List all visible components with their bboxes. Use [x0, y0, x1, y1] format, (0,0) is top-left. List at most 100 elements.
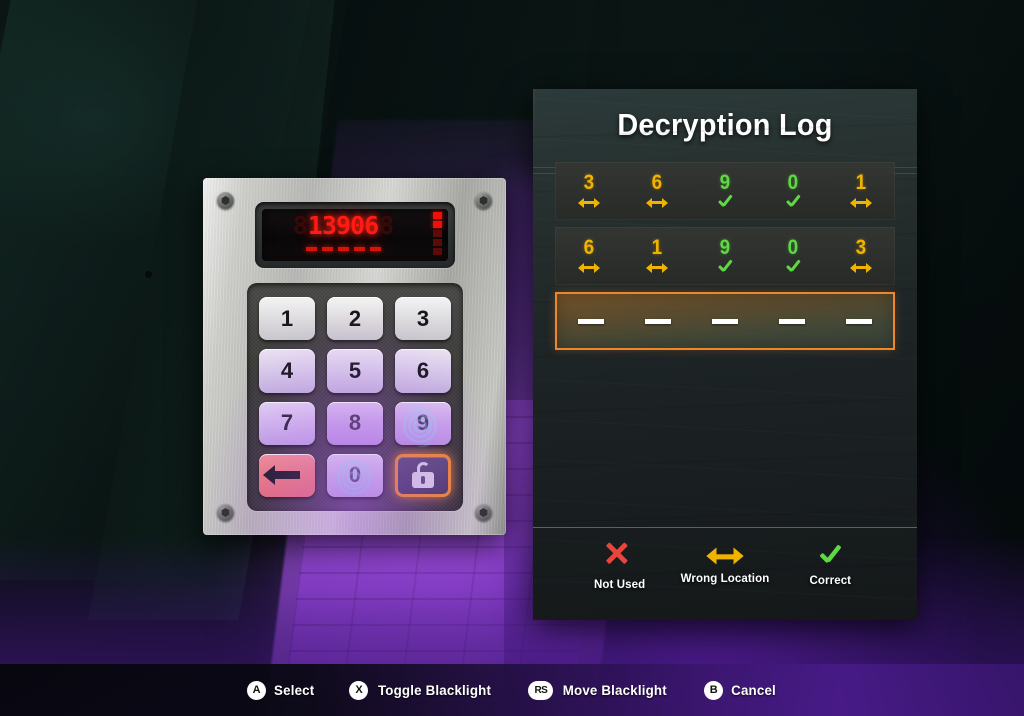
status-mark — [850, 195, 872, 211]
key-2[interactable]: 2 — [327, 297, 383, 341]
status-mark — [578, 260, 600, 276]
led-ghost-left: 8 — [292, 211, 308, 240]
screw-icon — [217, 504, 234, 521]
log-cell: 3 — [827, 237, 895, 276]
status-mark — [717, 195, 733, 211]
log-digit: 0 — [787, 170, 799, 194]
button-badge-b: B — [703, 680, 723, 700]
key-0[interactable]: 0 — [327, 453, 383, 498]
hint-cancel[interactable]: B Cancel — [703, 680, 777, 700]
check-icon — [818, 545, 842, 568]
key-label: 1 — [280, 305, 294, 331]
log-cell: 9 — [691, 172, 759, 211]
key-6[interactable]: 6 — [395, 349, 451, 393]
led-display-glass: 8 13906 8 — [262, 209, 448, 261]
keypad-button-grid: 1 2 3 4 5 6 7 8 9 0 — [247, 283, 463, 511]
log-digit: 6 — [651, 170, 663, 194]
swap-arrows-icon — [578, 262, 600, 273]
key-label: 7 — [280, 410, 294, 436]
log-cell: 9 — [691, 237, 759, 276]
log-digit: 9 — [719, 170, 731, 194]
key-label: 9 — [416, 410, 430, 436]
key-8[interactable]: 8 — [327, 401, 383, 445]
log-cell: 0 — [759, 172, 827, 211]
button-badge-rs: RS — [528, 680, 554, 700]
log-digit: 1 — [855, 170, 867, 194]
key-label: 2 — [348, 305, 362, 331]
key-backspace[interactable] — [259, 453, 315, 497]
key-5[interactable]: 5 — [327, 349, 383, 393]
key-4[interactable]: 4 — [259, 349, 315, 393]
key-unlock[interactable] — [395, 453, 451, 497]
wall-bolt — [145, 271, 152, 278]
legend-item-not-used: Not Used — [567, 545, 672, 591]
swap-arrows-icon — [646, 197, 668, 208]
led-value: 13906 — [307, 211, 379, 240]
led-display: 8 13906 8 — [255, 202, 455, 268]
led-indicator-blocks — [433, 212, 442, 255]
check-icon — [785, 260, 801, 275]
hint-label: Move Blacklight — [563, 682, 668, 698]
log-row: 6 1 9 0 3 — [555, 227, 895, 285]
legend: Not Used Wrong Location Correct — [533, 532, 917, 604]
led-dash-row — [262, 241, 424, 257]
led-indicator — [433, 248, 442, 255]
keypad-device: 8 13906 8 1 2 3 4 5 6 7 8 9 0 — [203, 178, 506, 535]
key-label: 6 — [416, 357, 430, 383]
hint-select[interactable]: A Select — [246, 680, 315, 700]
led-ghost-right: 8 — [379, 211, 394, 240]
control-hint-bar: A Select X Toggle Blacklight RS Move Bla… — [0, 664, 1024, 716]
key-1[interactable]: 1 — [259, 297, 315, 341]
hint-label: Cancel — [731, 682, 776, 698]
log-cell: 1 — [827, 172, 895, 211]
button-badge-a: A — [246, 680, 266, 700]
led-dash — [305, 247, 317, 251]
entry-slot[interactable] — [759, 318, 826, 324]
led-indicator — [433, 221, 442, 228]
legend-label: Not Used — [594, 579, 646, 591]
led-dash — [321, 247, 333, 251]
key-3[interactable]: 3 — [395, 297, 451, 341]
legend-item-correct: Correct — [778, 549, 883, 587]
active-entry-row[interactable] — [555, 292, 895, 350]
log-digit: 1 — [651, 235, 663, 259]
key-label: 4 — [280, 357, 294, 383]
hint-move-blacklight[interactable]: RS Move Blacklight — [528, 680, 670, 700]
led-indicator — [433, 239, 442, 246]
decryption-log-panel: Decryption Log 3 6 9 0 1 6 1 9 0 3 Not U… — [533, 89, 917, 620]
swap-arrows-icon — [850, 197, 872, 208]
led-dash — [337, 247, 349, 251]
cross-icon — [605, 542, 635, 572]
empty-slot-dash — [577, 318, 604, 324]
empty-slot-dash — [846, 318, 873, 324]
legend-label: Correct — [809, 575, 852, 587]
swap-arrows-icon — [646, 262, 668, 273]
status-mark — [646, 260, 668, 276]
status-mark — [646, 195, 668, 211]
screw-icon — [475, 192, 492, 209]
entry-slot[interactable] — [624, 318, 691, 324]
key-label: 3 — [416, 305, 430, 331]
log-cell: 6 — [623, 172, 691, 211]
empty-slot-dash — [644, 318, 671, 324]
hint-label: Select — [273, 682, 315, 698]
check-icon — [717, 260, 733, 275]
log-digit: 3 — [583, 170, 595, 194]
led-indicator — [433, 230, 442, 237]
entry-slot[interactable] — [826, 318, 893, 324]
screw-icon — [475, 504, 492, 521]
status-mark — [785, 260, 801, 276]
status-mark — [850, 260, 872, 276]
key-9[interactable]: 9 — [395, 401, 451, 450]
status-mark — [578, 195, 600, 211]
legend-divider — [533, 527, 917, 528]
log-digit: 6 — [583, 235, 595, 259]
led-dash — [369, 247, 381, 251]
entry-slot[interactable] — [557, 318, 624, 324]
button-badge-x: X — [349, 680, 369, 700]
entry-slot[interactable] — [691, 318, 758, 324]
hint-toggle-blacklight[interactable]: X Toggle Blacklight — [349, 680, 494, 700]
key-7[interactable]: 7 — [259, 401, 315, 445]
log-cell: 0 — [759, 237, 827, 276]
key-label: 5 — [348, 357, 362, 383]
